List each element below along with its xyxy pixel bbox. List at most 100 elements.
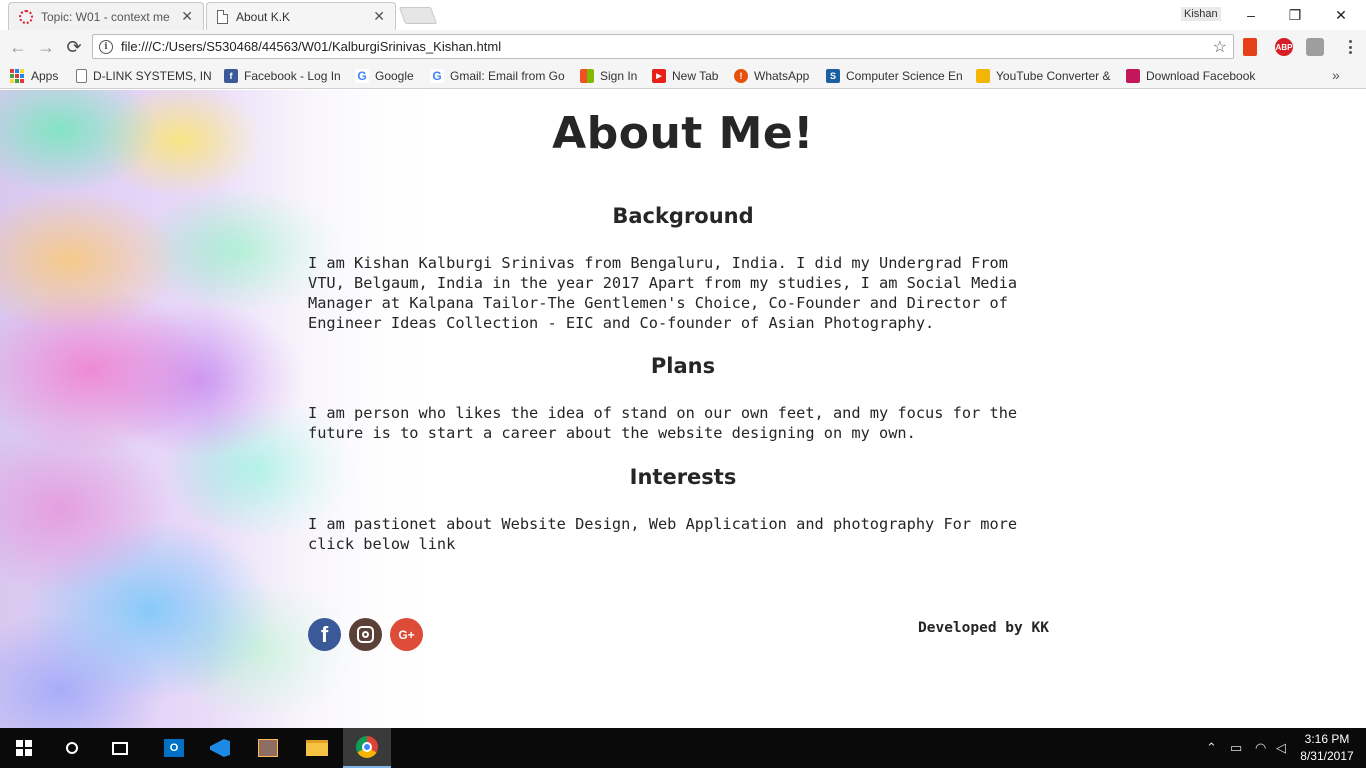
page-title: About Me!	[552, 108, 814, 159]
bookmark-label: WhatsApp	[754, 69, 810, 83]
search-icon[interactable]	[48, 728, 96, 768]
restore-button[interactable]: ❐	[1272, 2, 1318, 28]
youtube-icon: ▶	[652, 69, 666, 83]
minimize-button[interactable]: –	[1228, 2, 1274, 28]
google-plus-icon: G+	[398, 627, 415, 642]
google-icon: G	[430, 69, 444, 83]
paragraph-line: I am person who likes the idea of stand …	[308, 404, 1018, 422]
paragraph-line: VTU, Belgaum, India in the year 2017 Apa…	[308, 274, 1018, 292]
browser-toolbar: ← → ⟳ i file:///C:/Users/S530468/44563/W…	[0, 30, 1366, 63]
bookmark-gmail[interactable]: G Gmail: Email from Go	[430, 67, 566, 85]
volume-icon[interactable]: ◁	[1276, 740, 1286, 756]
bookmark-label: Computer Science En	[846, 69, 963, 83]
new-tab-button[interactable]	[398, 7, 438, 24]
file-explorer-icon[interactable]	[293, 728, 341, 768]
clock-date: 8/31/2017	[1300, 749, 1354, 763]
bookmark-google[interactable]: G Google	[355, 67, 421, 85]
loading-ring-icon	[19, 9, 33, 24]
bookmark-label: YouTube Converter &	[996, 69, 1111, 83]
background-paragraph: I am Kishan Kalburgi Srinivas from Benga…	[308, 253, 1033, 333]
bookmarks-overflow-button[interactable]: »	[1332, 67, 1340, 83]
wifi-icon[interactable]: ◠	[1255, 740, 1266, 756]
outlook-icon[interactable]: O	[150, 728, 198, 768]
office-icon[interactable]	[1243, 38, 1257, 56]
bookmark-download-facebook[interactable]: Download Facebook	[1126, 67, 1260, 85]
close-icon[interactable]: ✕	[181, 8, 193, 25]
adblock-plus-icon[interactable]: ABP	[1275, 38, 1293, 56]
bookmark-facebook[interactable]: f Facebook - Log In	[224, 67, 344, 85]
interests-paragraph: I am pastionet about Website Design, Web…	[308, 514, 1033, 554]
task-view-icon[interactable]	[96, 728, 144, 768]
facebook-icon: f	[320, 621, 329, 647]
bookmark-apps[interactable]: Apps	[10, 67, 70, 85]
instagram-link[interactable]	[349, 618, 382, 651]
bookmark-computer-science[interactable]: S Computer Science En	[826, 67, 964, 85]
start-icon[interactable]	[0, 728, 48, 768]
close-icon[interactable]: ✕	[373, 8, 385, 25]
tab-about-kk[interactable]: About K.K ✕	[206, 2, 396, 30]
pdf-icon[interactable]	[1306, 38, 1324, 56]
alert-icon: !	[734, 69, 748, 83]
tab-topic-w01[interactable]: Topic: W01 - context me ✕	[8, 2, 204, 30]
instagram-icon	[357, 626, 374, 643]
forward-button[interactable]: →	[34, 35, 58, 59]
chevron-up-icon[interactable]: ⌃	[1206, 740, 1217, 756]
google-plus-link[interactable]: G+	[390, 618, 423, 651]
bookmark-label: D-LINK SYSTEMS, INC	[93, 69, 212, 83]
converter-icon	[976, 69, 990, 83]
bookmark-label: Gmail: Email from Go	[450, 69, 565, 83]
windows-taskbar: O ⌃ ▭ ◠ ◁ 3:16 PM 8/31/2017	[0, 728, 1366, 768]
paragraph-line: Manager at Kalpana Tailor-The Gentlemen'…	[308, 294, 1008, 312]
developer-credit: Developed by KK	[918, 620, 1049, 636]
bookmark-label: New Tab	[672, 69, 719, 83]
section-heading-plans: Plans	[650, 354, 716, 378]
paragraph-line: I am pastionet about Website Design, Web…	[308, 515, 1018, 533]
bookmark-label: Facebook - Log In	[244, 69, 341, 83]
facebook-icon: f	[224, 69, 238, 83]
s-icon: S	[826, 69, 840, 83]
profile-button[interactable]: Kishan	[1181, 7, 1221, 21]
section-heading-background: Background	[612, 204, 754, 228]
clock-time: 3:16 PM	[1304, 732, 1350, 746]
paragraph-line: click below link	[308, 535, 456, 553]
app-icon[interactable]	[244, 728, 292, 768]
bookmark-whatsapp[interactable]: ! WhatsApp	[734, 67, 818, 85]
page-content: About Me! Background I am Kishan Kalburg…	[0, 90, 1366, 728]
bookmark-label: Sign In	[600, 69, 638, 83]
paragraph-line: I am Kishan Kalburgi Srinivas from Benga…	[308, 254, 1008, 272]
plans-paragraph: I am person who likes the idea of stand …	[308, 403, 1033, 443]
back-button[interactable]: ←	[6, 35, 30, 59]
download-icon	[1126, 69, 1140, 83]
tab-title: Topic: W01 - context me	[41, 9, 170, 24]
chrome-icon[interactable]	[343, 728, 391, 768]
section-heading-interests: Interests	[629, 465, 737, 489]
bookmark-youtube-converter[interactable]: YouTube Converter &	[976, 67, 1114, 85]
menu-icon[interactable]	[1342, 38, 1358, 56]
info-icon[interactable]: i	[99, 39, 113, 54]
apps-grid-icon	[10, 69, 24, 83]
google-icon: G	[355, 69, 369, 83]
taskbar-clock[interactable]: 3:16 PM 8/31/2017	[1296, 731, 1358, 765]
reload-button[interactable]: ⟳	[62, 35, 86, 59]
bookmark-new-tab[interactable]: ▶ New Tab	[652, 67, 726, 85]
page-icon	[76, 69, 87, 83]
address-bar[interactable]: i file:///C:/Users/S530468/44563/W01/Kal…	[92, 34, 1234, 59]
facebook-link[interactable]: f	[308, 618, 341, 651]
paragraph-line: Engineer Ideas Collection - EIC and Co-f…	[308, 314, 935, 332]
tab-title: About K.K	[236, 9, 291, 24]
tab-strip: Topic: W01 - context me ✕ About K.K ✕ Ki…	[0, 0, 1366, 30]
paragraph-line: future is to start a career about the we…	[308, 424, 916, 442]
url-text[interactable]: file:///C:/Users/S530468/44563/W01/Kalbu…	[121, 39, 1213, 54]
bookmark-label: Google	[375, 69, 414, 83]
visual-studio-icon[interactable]	[196, 728, 244, 768]
bookmark-sign-in[interactable]: Sign In	[580, 67, 644, 85]
document-icon	[217, 9, 228, 24]
close-window-button[interactable]: ✕	[1318, 2, 1364, 28]
bookmark-star-icon[interactable]: ☆	[1213, 37, 1227, 57]
bookmarks-bar: Apps D-LINK SYSTEMS, INC f Facebook - Lo…	[0, 63, 1366, 89]
microsoft-icon	[580, 69, 594, 83]
bookmark-label: Apps	[31, 69, 59, 83]
battery-icon[interactable]: ▭	[1230, 740, 1242, 756]
bookmark-dlink[interactable]: D-LINK SYSTEMS, INC	[76, 67, 212, 85]
bookmark-label: Download Facebook	[1146, 69, 1256, 83]
